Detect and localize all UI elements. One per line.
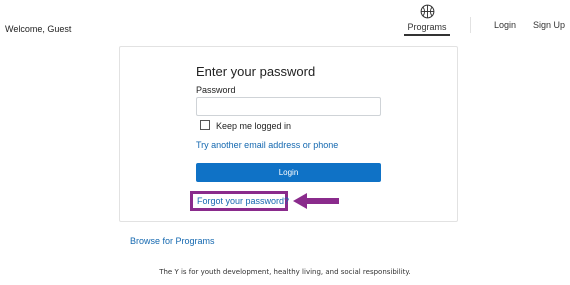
password-input[interactable] [196,97,381,116]
footer-tagline: The Y is for youth development, healthy … [159,268,411,276]
nav-login-link[interactable]: Login [494,20,516,30]
try-another-email-link[interactable]: Try another email address or phone [196,140,338,150]
nav-programs[interactable]: Programs [404,3,450,36]
top-bar: Welcome, Guest Programs Login Sign Up [0,0,570,40]
nav-programs-active-indicator [404,34,450,36]
keep-logged-in-label[interactable]: Keep me logged in [216,121,291,131]
nav-divider [470,17,471,33]
nav-signup-link[interactable]: Sign Up [533,20,565,30]
welcome-text: Welcome, Guest [5,24,72,34]
basketball-icon [420,4,435,19]
password-label: Password [196,85,236,95]
keep-logged-in-checkbox[interactable] [200,120,210,130]
browse-programs-link[interactable]: Browse for Programs [130,236,215,246]
page-title: Enter your password [196,64,316,79]
forgot-password-link[interactable]: Forgot your password? [197,196,289,206]
nav-programs-label: Programs [407,22,447,32]
arrow-left-icon [293,193,339,209]
login-button[interactable]: Login [196,163,381,182]
